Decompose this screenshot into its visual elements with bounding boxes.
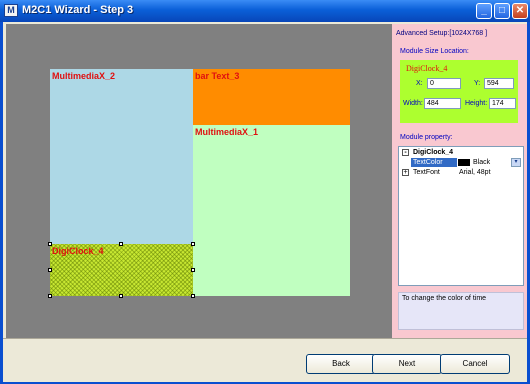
module-label: DigiClock_4: [52, 246, 104, 256]
chevron-down-icon[interactable]: ▾: [511, 158, 521, 167]
x-label: X:: [416, 80, 423, 87]
property-value: Black: [473, 159, 491, 166]
module-name: DigiClock_4: [406, 64, 448, 73]
width-field[interactable]: 484: [424, 98, 461, 109]
advanced-setup-label: Advanced Setup:[1024X768 ]: [396, 30, 488, 37]
close-button[interactable]: ✕: [512, 3, 528, 19]
property-row-textcolor[interactable]: TextColor Black ▾: [399, 158, 523, 167]
resize-handle[interactable]: [191, 242, 195, 246]
resize-handle[interactable]: [119, 242, 123, 246]
module-property-label: Module property:: [400, 134, 453, 141]
width-label: Width:: [403, 100, 423, 107]
property-description: To change the color of time: [398, 292, 524, 330]
size-location-label: Module Size Location:: [400, 48, 469, 55]
module-digiclock-4[interactable]: DigiClock_4: [50, 244, 193, 296]
module-label: MultimediaX_2: [52, 71, 116, 81]
property-name: TextColor: [411, 158, 457, 167]
next-button[interactable]: Next: [372, 354, 442, 374]
property-row-textfont[interactable]: + TextFont Arial, 48pt: [399, 168, 523, 177]
maximize-button[interactable]: □: [494, 3, 510, 19]
height-label: Height:: [465, 100, 488, 107]
property-value: Arial, 48pt: [459, 169, 491, 176]
resize-handle[interactable]: [191, 294, 195, 298]
property-group-label: DigiClock_4: [413, 149, 454, 156]
layout-canvas[interactable]: MultimediaX_2 bar Text_3 MultimediaX_1 D…: [6, 24, 392, 338]
x-field[interactable]: 0: [427, 78, 461, 89]
resize-handle[interactable]: [48, 294, 52, 298]
property-group-row[interactable]: - DigiClock_4: [399, 148, 523, 157]
expand-icon[interactable]: +: [402, 169, 409, 176]
app-icon: M: [4, 4, 18, 17]
cancel-button[interactable]: Cancel: [440, 354, 510, 374]
y-field[interactable]: 594: [484, 78, 514, 89]
resize-handle[interactable]: [48, 268, 52, 272]
property-name: TextFont: [413, 169, 440, 176]
module-multimedia-2[interactable]: MultimediaX_2: [50, 69, 193, 244]
resize-handle[interactable]: [48, 242, 52, 246]
height-field[interactable]: 174: [489, 98, 516, 109]
property-grid[interactable]: - DigiClock_4 TextColor Black ▾ + TextFo…: [398, 146, 524, 286]
advanced-setup-panel: Advanced Setup:[1024X768 ] Module Size L…: [392, 24, 527, 338]
y-label: Y:: [474, 80, 481, 87]
back-button[interactable]: Back: [306, 354, 376, 374]
window-title: M2C1 Wizard - Step 3: [22, 4, 134, 16]
resize-handle[interactable]: [191, 268, 195, 272]
color-swatch: [458, 159, 470, 166]
size-location-box: DigiClock_4 X: 0 Y: 594 Width: 484 Heigh…: [400, 60, 518, 123]
module-label: bar Text_3: [195, 71, 240, 81]
resize-handle[interactable]: [119, 294, 123, 298]
collapse-icon[interactable]: -: [402, 149, 409, 156]
minimize-button[interactable]: _: [476, 3, 492, 19]
module-multimedia-1[interactable]: MultimediaX_1: [193, 125, 350, 296]
module-bar-text-3[interactable]: bar Text_3: [193, 69, 350, 125]
module-label: MultimediaX_1: [195, 127, 259, 137]
title-bar: M M2C1 Wizard - Step 3 _ □ ✕: [0, 0, 530, 22]
